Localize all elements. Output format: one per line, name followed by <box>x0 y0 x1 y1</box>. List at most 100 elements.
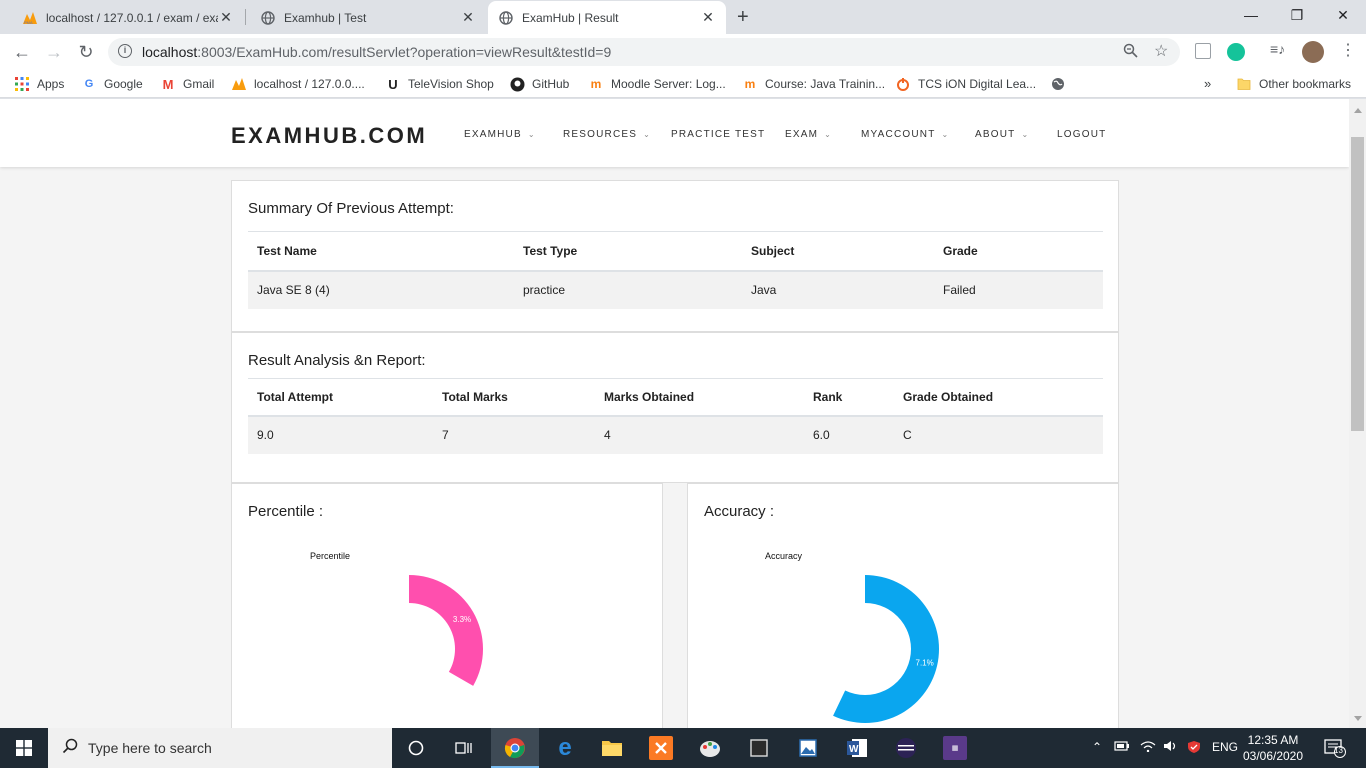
nav-exam[interactable]: EXAM ⌄ <box>785 129 832 140</box>
site-brand[interactable]: EXAMHUB.COM <box>231 123 427 149</box>
nav-label: LOGOUT <box>1057 129 1107 140</box>
scroll-down-arrow-icon[interactable] <box>1354 716 1362 721</box>
table-row: Java SE 8 (4) practice Java Failed <box>248 270 1103 309</box>
app-window-icon[interactable] <box>747 736 771 760</box>
new-tab-button[interactable]: + <box>737 6 749 29</box>
scrollbar-thumb[interactable] <box>1351 137 1364 431</box>
volume-icon[interactable] <box>1163 740 1179 755</box>
table-row: 9.0 7 4 6.0 C <box>248 415 1103 454</box>
taskbar-clock[interactable]: 12:35 AM 03/06/2020 <box>1240 732 1306 764</box>
tab-examhub-test[interactable]: Examhub | Test ✕ <box>250 1 486 34</box>
bookmark-google[interactable]: G Google <box>81 76 143 92</box>
nav-label: RESOURCES <box>563 129 638 140</box>
tab-phpmyadmin[interactable]: PMA localhost / 127.0.0.1 / exam / exa ✕ <box>12 1 244 34</box>
nav-label: ABOUT <box>975 129 1016 140</box>
bookmark-globe[interactable] <box>1050 76 1073 92</box>
globe-icon <box>1050 76 1066 92</box>
zoom-icon[interactable] <box>1123 43 1138 62</box>
bookmark-apps[interactable]: Apps <box>14 76 64 92</box>
column-header: Subject <box>742 231 934 272</box>
analysis-table: Total Attempt Total Marks Marks Obtained… <box>248 378 1103 454</box>
clock-time: 12:35 AM <box>1247 733 1299 747</box>
nav-practice-test[interactable]: PRACTICE TEST <box>671 129 765 140</box>
table-cell: Java <box>742 270 934 309</box>
donut-slice-label: 3.3% <box>453 615 471 624</box>
notification-count-badge: 13 <box>1334 746 1343 755</box>
forward-arrow-icon[interactable]: → <box>42 41 66 63</box>
notifications-icon[interactable]: 13 <box>1324 738 1346 761</box>
bookmark-phpmyadmin[interactable]: localhost / 127.0.0.... <box>231 76 365 92</box>
gmail-icon: M <box>162 76 174 92</box>
chrome-icon[interactable] <box>503 736 527 760</box>
table-cell: C <box>894 415 1103 454</box>
nav-resources[interactable]: RESOURCES ⌄ <box>563 129 651 140</box>
bookmark-gmail[interactable]: M Gmail <box>160 76 215 92</box>
back-arrow-icon[interactable]: ← <box>10 41 34 63</box>
moodle-icon: m <box>744 77 756 91</box>
address-bar[interactable]: i localhost:8003/ExamHub.com/resultServl… <box>108 38 1180 66</box>
tab-examhub-result[interactable]: ExamHub | Result ✕ <box>488 1 726 34</box>
clock-date: 03/06/2020 <box>1242 749 1304 763</box>
avatar[interactable] <box>1302 41 1324 63</box>
grammarly-icon[interactable] <box>1227 43 1245 61</box>
column-header: Total Attempt <box>248 378 433 417</box>
cortana-icon[interactable] <box>404 736 428 760</box>
nav-logout[interactable]: LOGOUT <box>1057 129 1106 140</box>
wifi-icon[interactable] <box>1140 740 1156 755</box>
bookmark-java-course[interactable]: m Course: Java Trainin... <box>742 76 885 92</box>
accuracy-card: Accuracy : Accuracy 7.1% <box>687 483 1119 728</box>
menu-kebab-icon[interactable]: ⋮ <box>1340 40 1358 59</box>
show-hidden-icons-chevron-icon[interactable]: ⌃ <box>1092 740 1102 754</box>
edge-icon[interactable]: e <box>553 734 577 761</box>
nav-about[interactable]: ABOUT ⌄ <box>975 129 1029 140</box>
photos-icon[interactable] <box>796 736 820 760</box>
column-header: Test Name <box>248 231 514 272</box>
url-path: :8003/ExamHub.com/resultServlet?operatio… <box>197 44 612 60</box>
bookmark-star-icon[interactable]: ☆ <box>1154 41 1168 61</box>
chevron-down-icon: ⌄ <box>643 130 652 139</box>
word-icon[interactable]: W <box>845 736 869 760</box>
extension-icon[interactable] <box>1195 43 1211 59</box>
bookmark-other-bookmarks[interactable]: Other bookmarks <box>1236 76 1351 92</box>
eclipse-icon[interactable] <box>894 736 918 760</box>
media-control-icon[interactable]: ≡♪ <box>1270 41 1288 59</box>
bookmark-github[interactable]: GitHub <box>509 76 569 92</box>
table-cell: Java SE 8 (4) <box>248 270 514 309</box>
phpmyadmin-icon <box>231 76 247 92</box>
game-app-icon[interactable]: ▦ <box>943 736 967 760</box>
reload-icon[interactable]: ↻ <box>74 41 98 63</box>
battery-icon[interactable] <box>1114 740 1130 755</box>
nav-examhub[interactable]: EXAMHUB ⌄ <box>464 129 536 140</box>
moodle-icon: m <box>590 77 602 91</box>
file-explorer-icon[interactable] <box>600 736 624 760</box>
donut-slice <box>833 575 939 723</box>
bookmark-label: Moodle Server: Log... <box>611 77 726 91</box>
nav-myaccount[interactable]: MYACCOUNT ⌄ <box>861 129 949 140</box>
restore-button[interactable]: ❐ <box>1274 0 1320 30</box>
close-icon[interactable]: ✕ <box>700 9 716 26</box>
bookmark-television-shop[interactable]: U TeleVision Shop <box>385 76 494 92</box>
site-info-icon[interactable]: i <box>118 44 132 58</box>
taskbar-search-input[interactable]: Type here to search <box>48 728 392 768</box>
folder-icon <box>1236 76 1252 92</box>
close-icon[interactable]: ✕ <box>218 9 234 26</box>
bookmark-tcs-ion[interactable]: TCS iON Digital Lea... <box>895 76 1036 92</box>
minimize-button[interactable]: — <box>1228 0 1274 30</box>
security-shield-icon[interactable] <box>1187 740 1201 757</box>
close-window-button[interactable]: ✕ <box>1320 0 1366 30</box>
url-host: localhost <box>142 44 198 60</box>
input-language[interactable]: ENG <box>1212 740 1238 754</box>
paint-icon[interactable] <box>698 736 722 760</box>
page-scrollbar[interactable] <box>1349 99 1366 728</box>
chevron-down-icon: ⌄ <box>824 130 833 139</box>
url-text[interactable]: localhost:8003/ExamHub.com/resultServlet… <box>142 44 611 60</box>
close-icon[interactable]: ✕ <box>460 9 476 26</box>
bookmark-label: GitHub <box>532 77 570 91</box>
scroll-up-arrow-icon[interactable] <box>1354 108 1362 113</box>
more-bookmarks-button[interactable]: » <box>1204 76 1211 91</box>
windows-start-icon[interactable] <box>0 728 48 768</box>
task-view-icon[interactable] <box>452 736 476 760</box>
xampp-icon[interactable] <box>649 736 673 760</box>
bookmark-moodle-server[interactable]: m Moodle Server: Log... <box>588 76 726 92</box>
table-cell: 6.0 <box>804 415 894 454</box>
